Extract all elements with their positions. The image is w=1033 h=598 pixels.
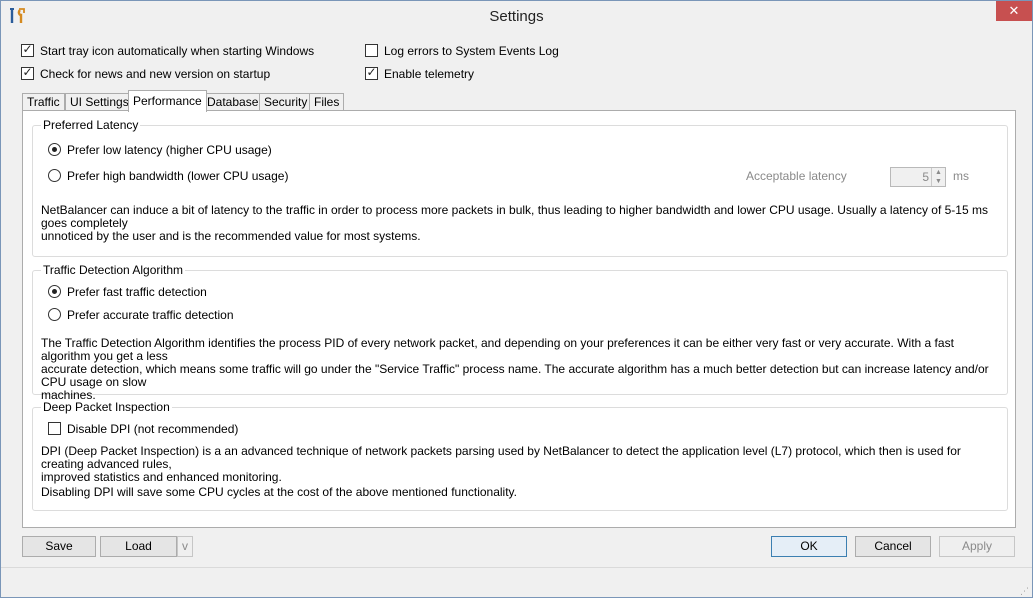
detection-description: The Traffic Detection Algorithm identifi… [41, 337, 1003, 402]
latency-unit-label: ms [953, 169, 969, 183]
window-title: Settings [489, 8, 544, 25]
prefer-high-bandwidth-radio[interactable]: Prefer high bandwidth (lower CPU usage) [48, 169, 288, 185]
prefer-low-latency-label: Prefer low latency (higher CPU usage) [67, 143, 272, 157]
check-news-checkbox[interactable]: ✓ Check for news and new version on start… [21, 65, 271, 83]
disable-dpi-checkbox[interactable]: Disable DPI (not recommended) [48, 422, 238, 438]
spinner-arrows[interactable]: ▲ ▼ [931, 168, 945, 186]
tab-security[interactable]: Security [259, 93, 313, 111]
acceptable-latency-value: 5 [922, 170, 929, 184]
prefer-high-bandwidth-label: Prefer high bandwidth (lower CPU usage) [67, 169, 289, 183]
acceptable-latency-spinner[interactable]: 5 ▲ ▼ [890, 167, 946, 187]
start-tray-label: Start tray icon automatically when start… [40, 44, 315, 58]
checkbox-box[interactable]: ✓ [21, 42, 34, 58]
radio-circle[interactable] [48, 308, 61, 322]
check-news-label: Check for news and new version on startu… [40, 67, 271, 81]
start-tray-checkbox[interactable]: ✓ Start tray icon automatically when star… [21, 42, 315, 60]
cancel-button[interactable]: Cancel [855, 536, 931, 557]
save-button[interactable]: Save [22, 536, 96, 557]
radio-selected-dot [52, 147, 57, 153]
dpi-description-line-2: improved statistics and enhanced monitor… [41, 470, 282, 484]
check-icon: ✓ [22, 42, 33, 57]
tab-traffic[interactable]: Traffic [22, 93, 65, 111]
telemetry-checkbox[interactable]: ✓ Enable telemetry [365, 65, 475, 83]
chevron-down-icon[interactable]: ▼ [935, 178, 942, 185]
log-errors-label: Log errors to System Events Log [384, 44, 559, 58]
checkbox-box[interactable] [365, 44, 378, 58]
prefer-accurate-detection-radio[interactable]: Prefer accurate traffic detection [48, 308, 234, 324]
checkbox-box[interactable] [48, 422, 61, 436]
dpi-description-line-1: DPI (Deep Packet Inspection) is a an adv… [41, 444, 961, 471]
tab-database[interactable]: Database [202, 93, 264, 111]
acceptable-latency-label: Acceptable latency [746, 169, 847, 183]
traffic-detection-group: Traffic Detection Algorithm Prefer fast … [32, 263, 1008, 402]
radio-circle[interactable] [48, 169, 61, 183]
load-dropdown-button[interactable]: v [177, 536, 193, 557]
close-button[interactable]: ✕ [996, 1, 1032, 21]
traffic-detection-legend: Traffic Detection Algorithm [41, 263, 186, 277]
settings-window: Settings ✕ ✓ Start tray icon automaticall… [0, 0, 1033, 598]
preferred-latency-group: Preferred Latency Prefer low latency (hi… [32, 118, 1008, 257]
title-bar[interactable]: Settings ✕ [1, 1, 1032, 33]
latency-description-line-1: NetBalancer can induce a bit of latency … [41, 203, 988, 230]
latency-description-line-2: unnoticed by the user and is the recomme… [41, 229, 421, 243]
check-icon: ✓ [366, 65, 377, 80]
resize-grip-icon[interactable]: ⋰ [1020, 586, 1030, 596]
performance-panel: Preferred Latency Prefer low latency (hi… [22, 110, 1016, 528]
prefer-accurate-detection-label: Prefer accurate traffic detection [67, 308, 234, 322]
ok-button[interactable]: OK [771, 536, 847, 557]
tab-performance[interactable]: Performance [128, 90, 207, 112]
dpi-legend: Deep Packet Inspection [41, 400, 172, 414]
log-errors-checkbox[interactable]: Log errors to System Events Log [365, 44, 559, 60]
close-icon: ✕ [1008, 3, 1020, 18]
detection-description-line-2: accurate detection, which means some tra… [41, 362, 989, 389]
prefer-fast-detection-label: Prefer fast traffic detection [67, 285, 207, 299]
status-strip: ⋰ [1, 567, 1032, 597]
tab-ui-settings[interactable]: UI Settings [65, 93, 134, 111]
detection-description-line-1: The Traffic Detection Algorithm identifi… [41, 336, 954, 363]
radio-circle[interactable] [48, 285, 61, 299]
latency-description: NetBalancer can induce a bit of latency … [41, 204, 1003, 243]
apply-button[interactable]: Apply [939, 536, 1015, 557]
preferred-latency-legend: Preferred Latency [41, 118, 141, 132]
checkbox-box[interactable]: ✓ [21, 65, 34, 81]
telemetry-label: Enable telemetry [384, 67, 475, 81]
check-icon: ✓ [22, 65, 33, 80]
disable-dpi-label: Disable DPI (not recommended) [67, 422, 239, 436]
load-button[interactable]: Load [100, 536, 177, 557]
prefer-low-latency-radio[interactable]: Prefer low latency (higher CPU usage) [48, 143, 272, 159]
chevron-up-icon[interactable]: ▲ [935, 169, 942, 176]
radio-circle[interactable] [48, 143, 61, 157]
deep-packet-inspection-group: Deep Packet Inspection Disable DPI (not … [32, 400, 1008, 511]
tab-files[interactable]: Files [309, 93, 345, 111]
detection-description-line-3: machines. [41, 388, 96, 402]
dpi-disabling-note: Disabling DPI will save some CPU cycles … [41, 485, 518, 499]
dpi-description: DPI (Deep Packet Inspection) is a an adv… [41, 445, 1003, 484]
checkbox-box[interactable]: ✓ [365, 65, 378, 81]
prefer-fast-detection-radio[interactable]: Prefer fast traffic detection [48, 285, 207, 301]
radio-selected-dot [52, 289, 57, 295]
